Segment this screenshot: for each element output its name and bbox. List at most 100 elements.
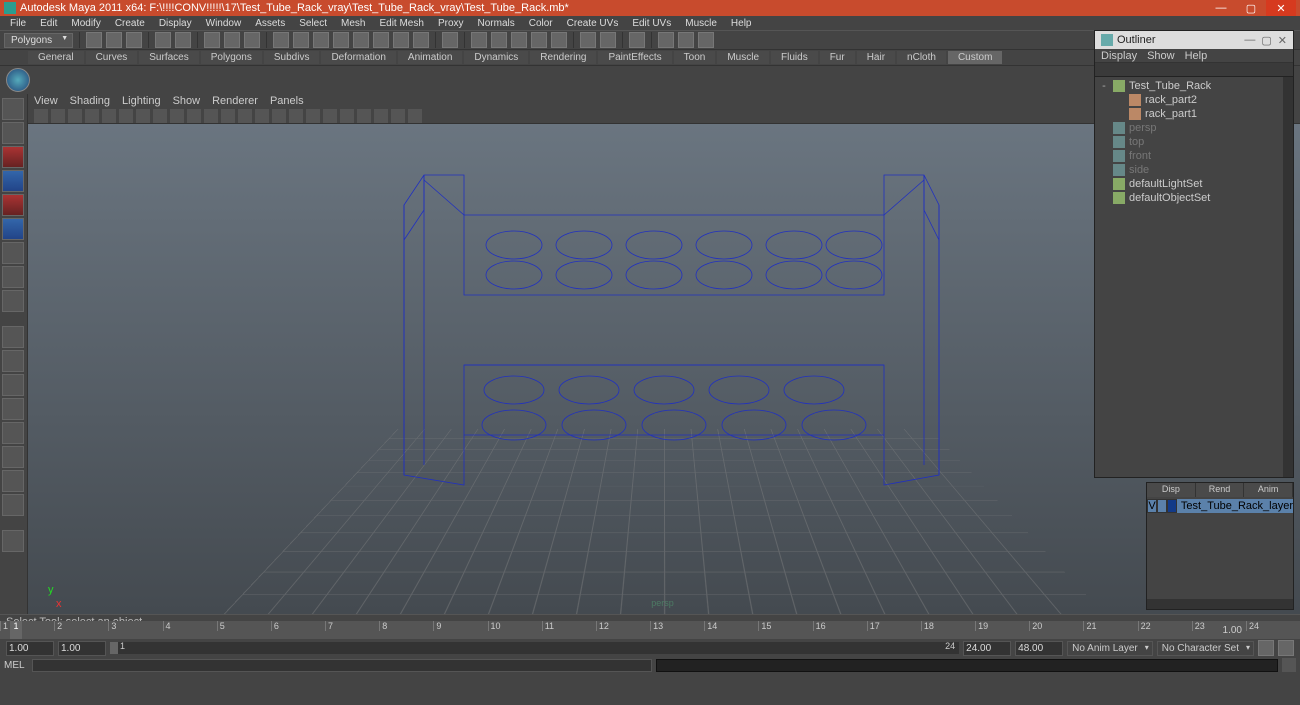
layer-scrollbar[interactable] bbox=[1147, 599, 1293, 609]
command-language-label[interactable]: MEL bbox=[4, 660, 32, 671]
outliner-item[interactable]: side bbox=[1097, 163, 1291, 177]
outliner-list[interactable]: -Test_Tube_Rackrack_part2rack_part1persp… bbox=[1095, 77, 1293, 477]
outliner-minimize-icon[interactable]: — bbox=[1244, 34, 1255, 47]
vp-gate-mask-icon[interactable] bbox=[170, 109, 184, 123]
render-view-icon[interactable] bbox=[531, 32, 547, 48]
layout-single-icon[interactable] bbox=[580, 32, 596, 48]
layer-visibility-toggle[interactable]: V bbox=[1147, 499, 1157, 513]
vp-textured-icon[interactable] bbox=[272, 109, 286, 123]
menu-create[interactable]: Create bbox=[109, 18, 151, 29]
shelf-tab-painteffects[interactable]: PaintEffects bbox=[598, 51, 671, 64]
soft-mod-tool-icon[interactable] bbox=[2, 266, 24, 288]
range-start-outer-field[interactable] bbox=[6, 641, 54, 656]
select-component-icon[interactable] bbox=[244, 32, 260, 48]
snap-curve-icon[interactable] bbox=[293, 32, 309, 48]
tool-settings-icon[interactable] bbox=[678, 32, 694, 48]
new-scene-icon[interactable] bbox=[86, 32, 102, 48]
shelf-tab-toon[interactable]: Toon bbox=[674, 51, 716, 64]
paint-select-tool-icon[interactable] bbox=[2, 146, 24, 168]
shelf-tab-polygons[interactable]: Polygons bbox=[201, 51, 262, 64]
shelf-tab-deformation[interactable]: Deformation bbox=[321, 51, 395, 64]
outliner-item[interactable]: rack_part1 bbox=[1097, 107, 1291, 121]
outliner-maximize-icon[interactable]: ▢ bbox=[1261, 34, 1271, 47]
outliner-item[interactable]: top bbox=[1097, 135, 1291, 149]
range-handle[interactable] bbox=[110, 642, 118, 654]
viewport-menu-view[interactable]: View bbox=[34, 95, 58, 107]
menu-file[interactable]: File bbox=[4, 18, 32, 29]
vp-isolate-icon[interactable] bbox=[340, 109, 354, 123]
mode-dropdown[interactable]: Polygons bbox=[4, 33, 73, 48]
shelf-tab-hair[interactable]: Hair bbox=[857, 51, 895, 64]
outliner-menu-help[interactable]: Help bbox=[1185, 50, 1208, 62]
outliner-item[interactable]: -Test_Tube_Rack bbox=[1097, 79, 1291, 93]
shelf-tab-fur[interactable]: Fur bbox=[820, 51, 855, 64]
layer-tabs[interactable]: Disp Rend Anim bbox=[1147, 483, 1293, 497]
layer-type-toggle[interactable] bbox=[1157, 499, 1167, 513]
time-end-field[interactable]: 1.00 bbox=[1219, 621, 1246, 639]
channel-box-icon[interactable] bbox=[629, 32, 645, 48]
minimize-button[interactable]: — bbox=[1206, 0, 1236, 16]
maximize-button[interactable]: ▢ bbox=[1236, 0, 1266, 16]
attribute-editor-icon[interactable] bbox=[658, 32, 674, 48]
outliner-item[interactable]: rack_part2 bbox=[1097, 93, 1291, 107]
vp-expose-icon[interactable] bbox=[391, 109, 405, 123]
menu-edit-uvs[interactable]: Edit UVs bbox=[626, 18, 677, 29]
layout-single-pane-icon[interactable] bbox=[2, 326, 24, 348]
command-input[interactable] bbox=[32, 659, 652, 672]
viewport-menu-shading[interactable]: Shading bbox=[70, 95, 110, 107]
close-button[interactable]: ✕ bbox=[1266, 0, 1296, 16]
open-scene-icon[interactable] bbox=[106, 32, 122, 48]
universal-manip-icon[interactable] bbox=[2, 242, 24, 264]
ipr-render-icon[interactable] bbox=[471, 32, 487, 48]
show-manip-icon[interactable] bbox=[2, 290, 24, 312]
viewport-menu-lighting[interactable]: Lighting bbox=[122, 95, 161, 107]
range-start-inner-field[interactable] bbox=[58, 641, 106, 656]
vp-select-camera-icon[interactable] bbox=[34, 109, 48, 123]
menu-proxy[interactable]: Proxy bbox=[432, 18, 470, 29]
shelf-tab-subdivs[interactable]: Subdivs bbox=[264, 51, 320, 64]
outliner-scrollbar[interactable] bbox=[1283, 77, 1293, 477]
shelf-tab-ncloth[interactable]: nCloth bbox=[897, 51, 946, 64]
layer-row[interactable]: V Test_Tube_Rack_layer bbox=[1147, 499, 1293, 513]
outliner-toggle-icon[interactable] bbox=[698, 32, 714, 48]
layout-three-top-icon[interactable] bbox=[2, 446, 24, 468]
menu-create-uvs[interactable]: Create UVs bbox=[561, 18, 625, 29]
snap-grid-icon[interactable] bbox=[273, 32, 289, 48]
select-object-icon[interactable] bbox=[224, 32, 240, 48]
vp-shaded-icon[interactable] bbox=[255, 109, 269, 123]
shelf-custom-icon[interactable] bbox=[6, 68, 30, 92]
vp-image-plane-icon[interactable] bbox=[68, 109, 82, 123]
vp-shadows-icon[interactable] bbox=[306, 109, 320, 123]
range-end-outer-field[interactable] bbox=[1015, 641, 1063, 656]
script-editor-icon[interactable] bbox=[1282, 658, 1296, 672]
layer-tab-anim[interactable]: Anim bbox=[1244, 483, 1293, 497]
outliner-item[interactable]: persp bbox=[1097, 121, 1291, 135]
vp-safe-title-icon[interactable] bbox=[221, 109, 235, 123]
vp-bookmark-icon[interactable] bbox=[51, 109, 65, 123]
menu-color[interactable]: Color bbox=[523, 18, 559, 29]
prefs-icon[interactable] bbox=[1278, 640, 1294, 656]
history-on-icon[interactable] bbox=[393, 32, 409, 48]
layout-three-left-icon[interactable] bbox=[2, 422, 24, 444]
vp-safe-action-icon[interactable] bbox=[204, 109, 218, 123]
vp-field-chart-icon[interactable] bbox=[187, 109, 201, 123]
menu-select[interactable]: Select bbox=[293, 18, 333, 29]
layout-two-stack-icon[interactable] bbox=[2, 398, 24, 420]
vp-xray-joints-icon[interactable] bbox=[374, 109, 388, 123]
menu-window[interactable]: Window bbox=[200, 18, 248, 29]
vp-high-quality-icon[interactable] bbox=[323, 109, 337, 123]
outliner-item[interactable]: front bbox=[1097, 149, 1291, 163]
outliner-item[interactable]: defaultLightSet bbox=[1097, 177, 1291, 191]
menu-normals[interactable]: Normals bbox=[472, 18, 521, 29]
select-tool-icon[interactable] bbox=[2, 98, 24, 120]
range-slider[interactable]: 1 24 bbox=[110, 642, 959, 654]
vp-grid-icon[interactable] bbox=[119, 109, 133, 123]
viewport-menu-show[interactable]: Show bbox=[173, 95, 201, 107]
vp-2d-pan-icon[interactable] bbox=[85, 109, 99, 123]
auto-key-icon[interactable] bbox=[1258, 640, 1274, 656]
layer-color-swatch[interactable] bbox=[1167, 499, 1177, 513]
shelf-tab-curves[interactable]: Curves bbox=[86, 51, 138, 64]
outliner-menu-display[interactable]: Display bbox=[1101, 50, 1137, 62]
shelf-tab-dynamics[interactable]: Dynamics bbox=[464, 51, 528, 64]
menu-modify[interactable]: Modify bbox=[65, 18, 106, 29]
